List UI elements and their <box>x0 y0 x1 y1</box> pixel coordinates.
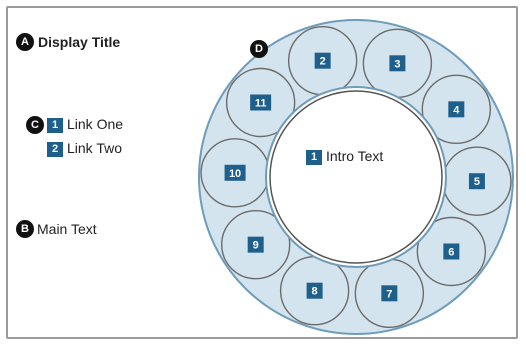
ring-item-number: 7 <box>386 288 392 300</box>
intro-label: Intro Text <box>326 148 384 164</box>
ring-item-7[interactable]: 7 <box>354 258 425 329</box>
center-circle <box>269 90 443 264</box>
ring-item-number: 9 <box>253 240 259 252</box>
ring-item-number: 5 <box>474 176 480 188</box>
ring-item-5[interactable]: 5 <box>442 146 512 216</box>
intro-text[interactable]: 1 Intro Text <box>306 148 383 165</box>
ring-item-number: 2 <box>320 56 326 68</box>
intro-number: 1 <box>306 149 322 165</box>
ring-item-2[interactable]: 2 <box>287 25 358 96</box>
marker-d: D <box>250 40 268 58</box>
ring-item-10[interactable]: 10 <box>200 138 270 208</box>
ring-item-8[interactable]: 8 <box>279 256 350 326</box>
ring-item-number: 10 <box>229 168 241 180</box>
ring-item-number: 8 <box>312 286 318 298</box>
ring-item-3[interactable]: 3 <box>362 28 433 98</box>
ring-item-number: 11 <box>255 98 267 110</box>
ring-item-number: 4 <box>453 104 460 116</box>
ring-item-number: 3 <box>394 58 400 70</box>
ring-item-number: 6 <box>448 246 454 258</box>
